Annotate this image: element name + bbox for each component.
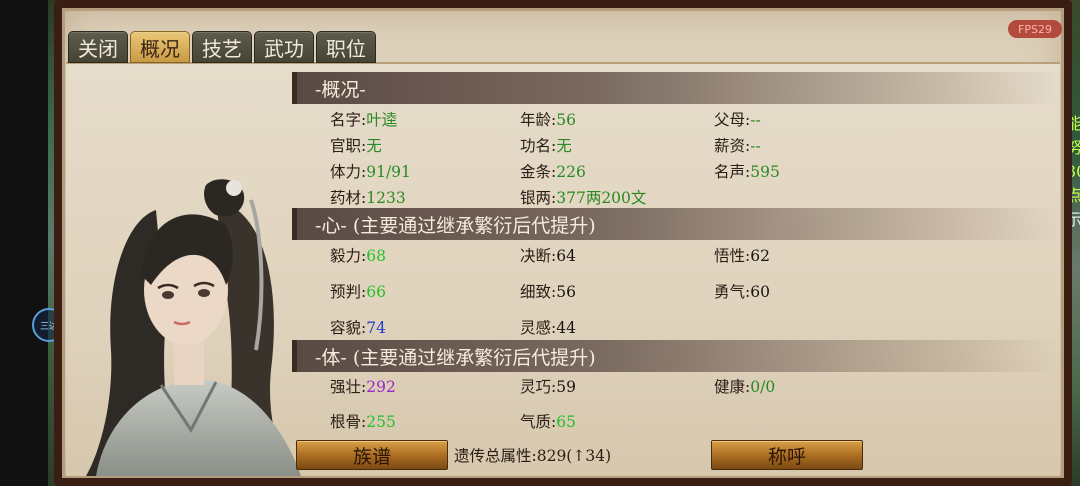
courage-value: 60 [750, 283, 770, 301]
fame-label: 名声: [714, 163, 751, 181]
constitution-label: 根骨: [330, 413, 367, 431]
age-row: 年龄:56 [520, 108, 576, 130]
gold-label: 金条: [520, 163, 557, 181]
character-portrait [86, 179, 301, 476]
rank-row: 功名:无 [520, 134, 572, 156]
name-row: 名字:叶逵 [330, 108, 397, 130]
meticulous-row: 细致:56 [520, 280, 576, 302]
inspiration-label: 灵感: [520, 319, 557, 337]
fps-badge: FPS29 [1008, 20, 1062, 38]
gold-row: 金条:226 [520, 160, 586, 182]
age-value: 56 [556, 111, 576, 129]
agility-value: 59 [556, 378, 576, 396]
screen-edge-band [0, 0, 48, 486]
parents-label: 父母: [714, 111, 751, 129]
strength-value: 292 [366, 378, 396, 396]
agility-row: 灵巧:59 [520, 375, 576, 397]
office-row: 官职:无 [330, 134, 382, 156]
temperament-row: 气质:65 [520, 410, 576, 432]
agility-label: 灵巧: [520, 378, 557, 396]
salary-value: -- [750, 137, 761, 155]
temperament-value: 65 [556, 413, 576, 431]
insight-row: 悟性:62 [714, 244, 770, 266]
silver-value: 377两200文 [556, 189, 647, 207]
herbs-label: 药材: [330, 189, 367, 207]
stamina-value: 91/91 [366, 163, 411, 181]
herbs-row: 药材:1233 [330, 186, 406, 208]
tab-overview[interactable]: 概况 [130, 31, 190, 63]
rank-label: 功名: [520, 137, 557, 155]
strength-row: 强壮:292 [330, 375, 396, 397]
meticulous-label: 细致: [520, 283, 557, 301]
health-value: 0/0 [750, 378, 776, 396]
foresight-label: 预判: [330, 283, 367, 301]
salary-row: 薪资:-- [714, 134, 761, 156]
tab-bar: 关闭 概况 技艺 武功 职位 [68, 31, 376, 63]
tab-martial-arts[interactable]: 武功 [254, 31, 314, 63]
appearance-row: 容貌:74 [330, 316, 386, 338]
name-label: 名字: [330, 111, 367, 129]
herbs-value: 1233 [366, 189, 406, 207]
constitution-value: 255 [366, 413, 396, 431]
courage-label: 勇气: [714, 283, 751, 301]
foresight-row: 预判:66 [330, 280, 386, 302]
gold-value: 226 [556, 163, 586, 181]
rank-value: 无 [556, 137, 572, 155]
office-value: 无 [366, 137, 382, 155]
insight-value: 62 [750, 247, 770, 265]
meticulous-value: 56 [556, 283, 576, 301]
office-label: 官职: [330, 137, 367, 155]
temperament-label: 气质: [520, 413, 557, 431]
silver-label: 银两: [520, 189, 557, 207]
salary-label: 薪资: [714, 137, 751, 155]
constitution-row: 根骨:255 [330, 410, 396, 432]
tab-skills[interactable]: 技艺 [192, 31, 252, 63]
perseverance-row: 毅力:68 [330, 244, 386, 266]
tab-close[interactable]: 关闭 [68, 31, 128, 63]
section-header-mind: -心- (主要通过继承繁衍后代提升) [292, 208, 1060, 240]
insight-label: 悟性: [714, 247, 751, 265]
strength-label: 强壮: [330, 378, 367, 396]
fame-row: 名声:595 [714, 160, 780, 182]
stamina-label: 体力: [330, 163, 367, 181]
parents-row: 父母:-- [714, 108, 761, 130]
genetic-total-attributes: 遗传总属性:829(↑34) [454, 447, 612, 465]
perseverance-value: 68 [366, 247, 386, 265]
background-left-scenery [0, 0, 62, 486]
decisiveness-row: 决断:64 [520, 244, 576, 266]
decisiveness-label: 决断: [520, 247, 557, 265]
inspiration-row: 灵感:44 [520, 316, 576, 338]
foresight-value: 66 [366, 283, 386, 301]
appearance-value: 74 [366, 319, 386, 337]
age-label: 年龄: [520, 111, 557, 129]
perseverance-label: 毅力: [330, 247, 367, 265]
section-header-body: -体- (主要通过继承繁衍后代提升) [292, 340, 1060, 372]
appearance-label: 容貌: [330, 319, 367, 337]
decisiveness-value: 64 [556, 247, 576, 265]
title-button[interactable]: 称呼 [711, 440, 863, 470]
parents-value: -- [750, 111, 761, 129]
silver-row: 银两:377两200文 [520, 186, 646, 208]
section-header-overview: -概况- [292, 72, 1060, 104]
tab-position[interactable]: 职位 [316, 31, 376, 63]
name-value: 叶逵 [366, 111, 398, 129]
inspiration-value: 44 [556, 319, 576, 337]
health-label: 健康: [714, 378, 751, 396]
health-row: 健康:0/0 [714, 375, 775, 397]
courage-row: 勇气:60 [714, 280, 770, 302]
stamina-row: 体力:91/91 [330, 160, 411, 182]
genealogy-button[interactable]: 族谱 [296, 440, 448, 470]
fame-value: 595 [750, 163, 780, 181]
